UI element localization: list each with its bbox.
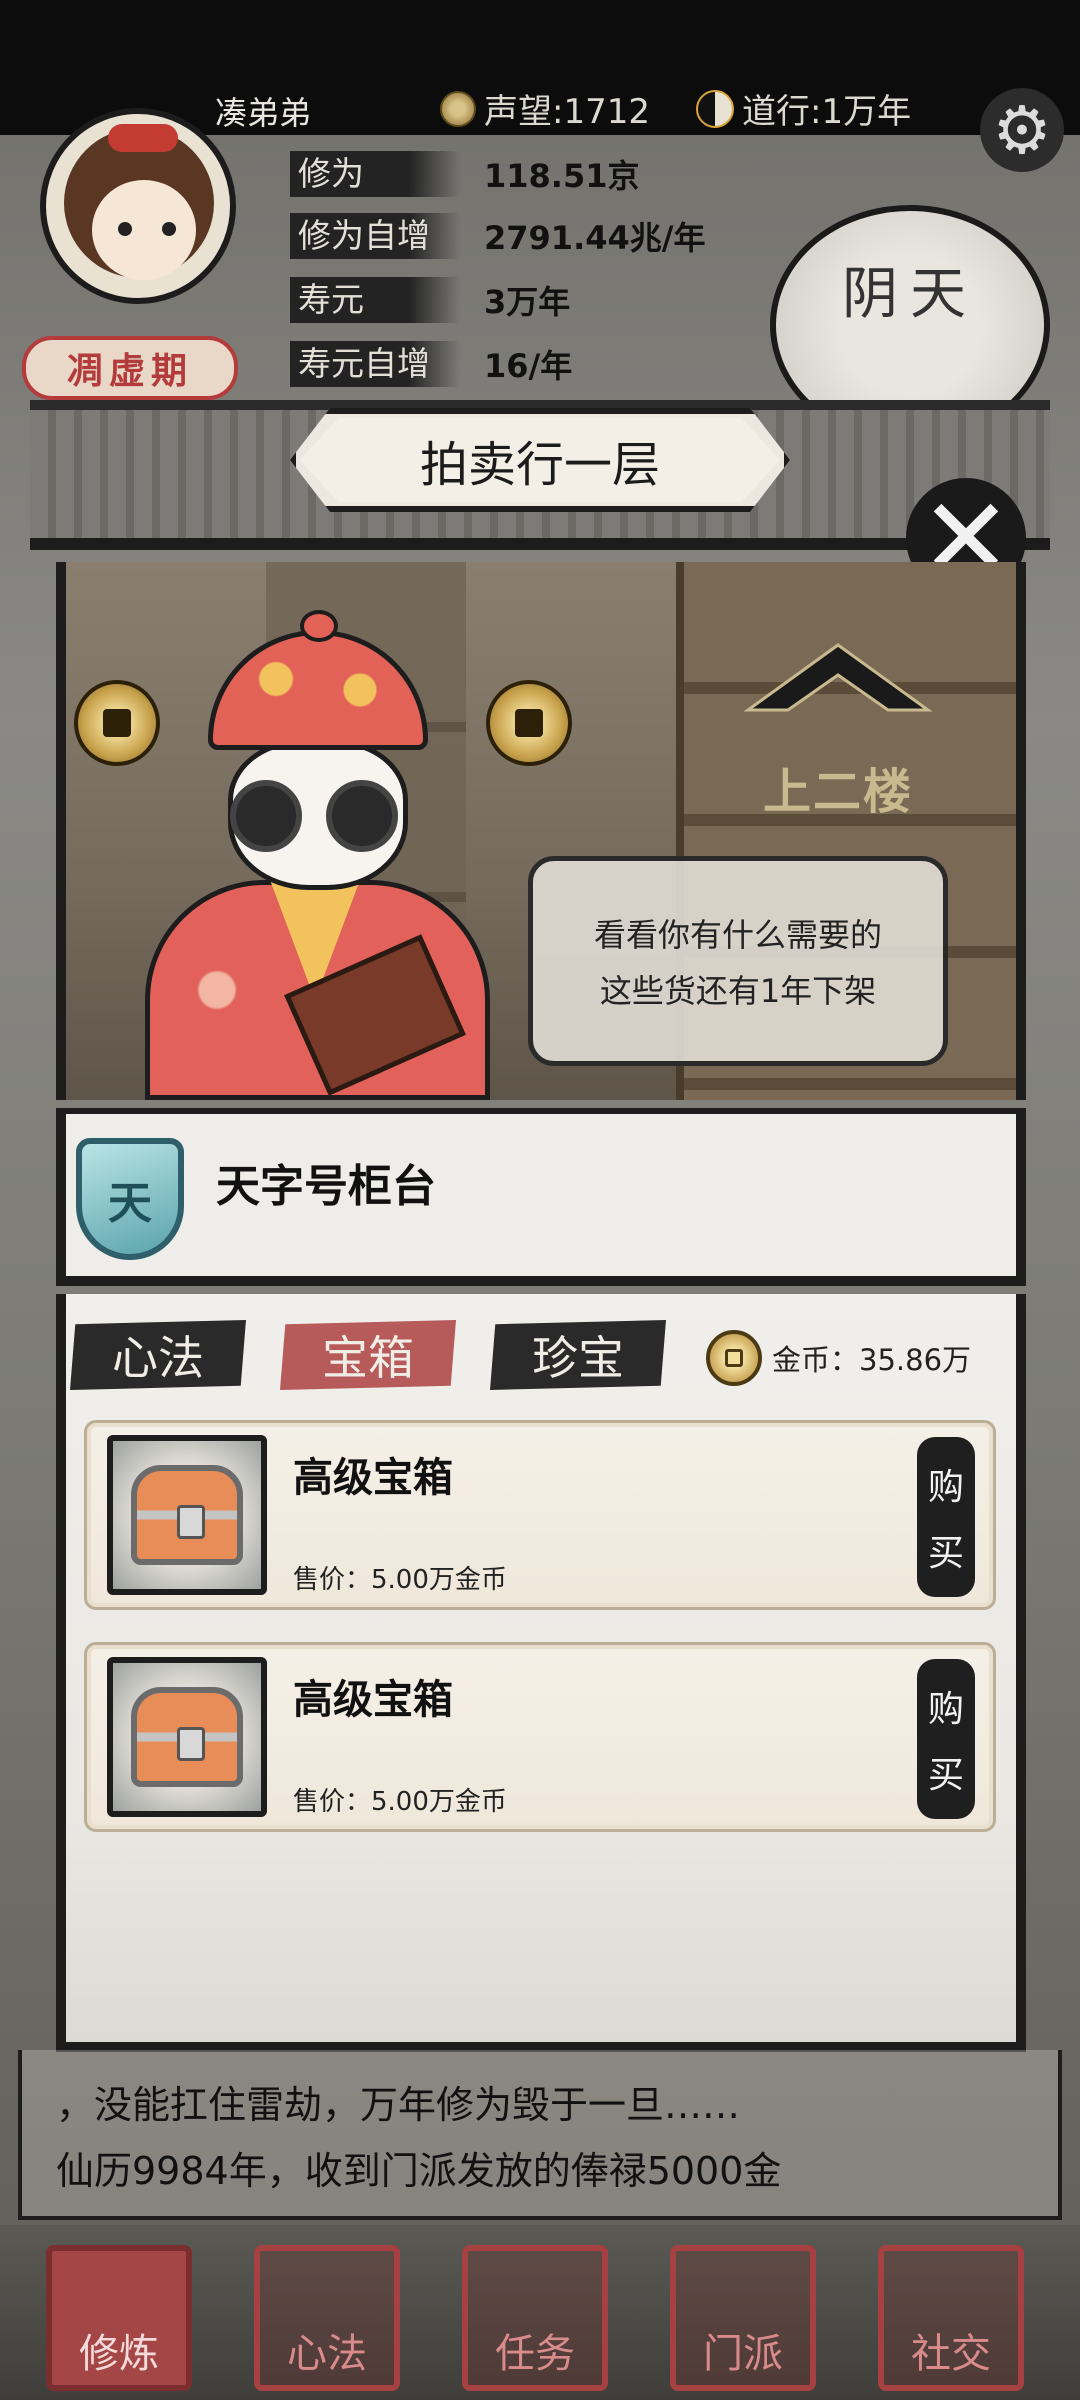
stat-lifespan: 寿元 3万年 [290, 274, 810, 326]
speech-line: 这些货还有1年下架 [599, 972, 877, 1010]
tab-mental-method[interactable]: 心法 [70, 1320, 246, 1390]
item-name: 高级宝箱 [293, 1677, 453, 1723]
tab-rare-treasure[interactable]: 珍宝 [490, 1320, 666, 1390]
stat-value: 3万年 [484, 283, 571, 321]
stat-value: 118.51京 [484, 157, 640, 195]
upstairs-arrow-icon[interactable] [738, 640, 938, 720]
tab-treasure-chest[interactable]: 宝箱 [280, 1320, 456, 1390]
counter-header [56, 1108, 1026, 1286]
merchant-character [130, 610, 520, 1100]
dao-stat: 道行:1万年 [696, 84, 911, 133]
gold-balance: 金币：35.86万 [706, 1330, 971, 1386]
gold-coin-icon [706, 1330, 762, 1386]
log-line: 仙历9984年，收到门派发放的俸禄5000金 [56, 2149, 782, 2193]
reputation-coin-icon [440, 90, 476, 127]
counter-title: 天字号柜台 [216, 1161, 436, 1212]
nav-tasks[interactable]: 任务 [462, 2245, 608, 2391]
list-item: 高级宝箱 售价：5.00万金币 购 买 [84, 1642, 996, 1832]
nav-mental-method[interactable]: 心法 [254, 2245, 400, 2391]
stat-label: 寿元自增 [290, 341, 460, 387]
buy-button[interactable]: 购 买 [917, 1659, 975, 1819]
gold-text: 金币：35.86万 [772, 1343, 972, 1377]
buy-button[interactable]: 购 买 [917, 1437, 975, 1597]
speech-line: 看看你有什么需要的 [593, 916, 882, 954]
stat-cultivation: 修为 118.51京 [290, 148, 810, 200]
stat-cultivation-growth: 修为自增 2791.44兆/年 [290, 210, 810, 262]
nav-sect[interactable]: 门派 [670, 2245, 816, 2391]
settings-gear-icon[interactable]: ⚙ [980, 88, 1064, 172]
merchant-speech-bubble: 看看你有什么需要的 这些货还有1年下架 [528, 856, 948, 1066]
log-line: ，没能扛住雷劫，万年修为毁于一旦…… [56, 2083, 741, 2127]
upstairs-button[interactable]: 上二楼 [748, 752, 928, 822]
cultivation-rank-badge: 凋虚期 [22, 336, 238, 400]
stat-label: 修为 [290, 151, 460, 197]
chest-icon [107, 1657, 267, 1817]
nav-social[interactable]: 社交 [878, 2245, 1024, 2391]
chest-icon [107, 1435, 267, 1595]
reputation-stat: 声望:1712 [440, 84, 650, 133]
reputation-text: 声望:1712 [484, 92, 650, 132]
dao-text: 道行:1万年 [742, 92, 912, 132]
yin-yang-icon [696, 89, 734, 128]
item-price: 售价：5.00万金币 [293, 1565, 507, 1595]
item-price: 售价：5.00万金币 [293, 1787, 507, 1817]
counter-shield-icon: 天 [76, 1138, 184, 1260]
player-name: 凑弟弟 [215, 94, 312, 132]
list-item: 高级宝箱 售价：5.00万金币 购 买 [84, 1420, 996, 1610]
avatar[interactable] [40, 108, 236, 304]
stat-value: 2791.44兆/年 [484, 219, 706, 257]
stat-lifespan-growth: 寿元自增 16/年 [290, 338, 810, 390]
stat-label: 寿元 [290, 277, 460, 323]
item-name: 高级宝箱 [293, 1455, 453, 1501]
stat-label: 修为自增 [290, 213, 460, 259]
stat-value: 16/年 [484, 347, 573, 385]
shop-title: 拍卖行一层 [300, 418, 780, 502]
nav-cultivate[interactable]: 修炼 [46, 2245, 192, 2391]
